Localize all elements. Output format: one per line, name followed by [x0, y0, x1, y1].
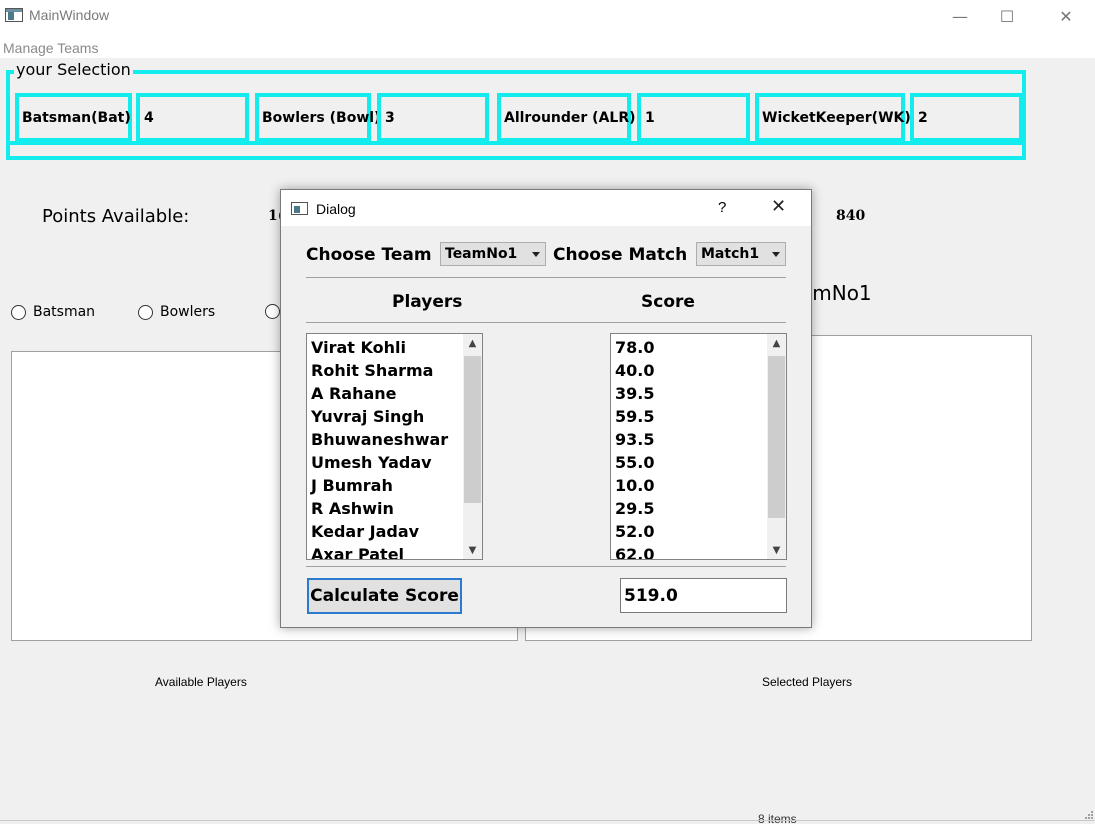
team-select[interactable]: TeamNo1: [440, 242, 546, 266]
players-scrollbar[interactable]: ▲ ▼: [463, 334, 482, 559]
bowlers-count: 3: [377, 93, 489, 142]
score-list-item[interactable]: 10.0: [615, 474, 654, 497]
title-bar: [0, 0, 1095, 32]
score-dialog: Dialog ? ✕ Choose Team TeamNo1 Choose Ma…: [280, 189, 812, 628]
player-list-item[interactable]: Bhuwaneshwar: [311, 428, 448, 451]
player-list-item[interactable]: A Rahane: [311, 382, 448, 405]
points-available-label: Points Available:: [42, 206, 190, 227]
score-list-item[interactable]: 55.0: [615, 451, 654, 474]
allrounder-label: Allrounder (ALR): [497, 93, 636, 142]
batsman-count: 4: [136, 93, 249, 142]
score-list-item[interactable]: 62.0: [615, 543, 654, 559]
wicketkeeper-count: 2: [910, 93, 1023, 142]
player-list-item[interactable]: Yuvraj Singh: [311, 405, 448, 428]
scroll-up-icon[interactable]: ▲: [767, 334, 786, 352]
dialog-app-icon: [291, 202, 308, 215]
bowlers-label: Bowlers (Bowl): [255, 93, 380, 142]
player-list-item[interactable]: Kedar Jadav: [311, 520, 448, 543]
score-list-item[interactable]: 93.5: [615, 428, 654, 451]
radio-bowlers[interactable]: Bowlers: [138, 304, 215, 320]
app-icon: [5, 8, 23, 22]
dialog-close-button[interactable]: ✕: [771, 196, 786, 217]
radio-bowlers-label: Bowlers: [160, 304, 216, 320]
dialog-help-button[interactable]: ?: [718, 199, 726, 216]
selection-title: your Selection: [14, 60, 133, 79]
radio-circle-icon[interactable]: [11, 304, 26, 320]
scores-scrollbar[interactable]: ▲ ▼: [767, 334, 786, 559]
chevron-down-icon: [532, 252, 540, 257]
selected-players-label: Selected Players: [762, 675, 853, 689]
score-list-item[interactable]: 59.5: [615, 405, 654, 428]
divider: [306, 566, 786, 567]
players-header: Players: [392, 292, 463, 312]
wicketkeeper-label: WicketKeeper(WK): [755, 93, 911, 142]
batsman-label: Batsman(Bat): [15, 93, 132, 142]
score-list-item[interactable]: 39.5: [615, 382, 654, 405]
score-list-item[interactable]: 52.0: [615, 520, 654, 543]
minimize-button[interactable]: —: [937, 0, 983, 32]
scores-listbox[interactable]: 78.0 40.0 39.5 59.5 93.5 55.0 10.0 29.5 52.0 62.0…: [610, 333, 787, 560]
menu-bar: [0, 32, 1095, 58]
chevron-down-icon: [772, 252, 780, 257]
match-select[interactable]: Match1: [696, 242, 786, 266]
resize-grip-icon[interactable]: [1082, 808, 1094, 820]
score-list-item[interactable]: 29.5: [615, 497, 654, 520]
player-list-item[interactable]: Virat Kohli: [311, 336, 448, 359]
radio-batsman[interactable]: Batsman: [11, 304, 95, 320]
player-list-item[interactable]: Umesh Yadav: [311, 451, 448, 474]
match-select-value: Match1: [701, 246, 760, 262]
close-button[interactable]: ✕: [1043, 0, 1089, 32]
radio-batsman-label: Batsman: [33, 304, 96, 320]
radio-circle-icon[interactable]: [265, 304, 280, 319]
allrounder-count: 1: [637, 93, 750, 142]
radio-circle-icon[interactable]: [138, 304, 153, 320]
maximize-button[interactable]: ☐: [984, 0, 1030, 32]
player-list-item[interactable]: J Bumrah: [311, 474, 448, 497]
points-used-value: 840: [836, 208, 866, 224]
score-list-item[interactable]: 40.0: [615, 359, 654, 382]
divider: [306, 322, 786, 323]
score-header: Score: [641, 292, 695, 312]
window-title: MainWindow: [29, 7, 110, 23]
items-count: 8 items: [758, 812, 797, 824]
scrollbar-thumb[interactable]: [768, 356, 785, 518]
score-list-item[interactable]: 78.0: [615, 336, 654, 359]
dialog-title-bar: [281, 190, 811, 226]
choose-match-label: Choose Match: [553, 245, 688, 265]
calculate-score-button[interactable]: Calculate Score: [307, 578, 462, 614]
choose-team-label: Choose Team: [306, 245, 432, 265]
scroll-up-icon[interactable]: ▲: [463, 334, 482, 352]
player-list-item[interactable]: R Ashwin: [311, 497, 448, 520]
total-score-field[interactable]: 519.0: [620, 578, 787, 613]
player-list-item[interactable]: Rohit Sharma: [311, 359, 448, 382]
scroll-down-icon[interactable]: ▼: [463, 541, 482, 559]
status-divider: [0, 820, 1095, 821]
players-listbox[interactable]: Virat Kohli Rohit Sharma A Rahane Yuvraj Si…: [306, 333, 483, 560]
scrollbar-thumb[interactable]: [464, 356, 481, 503]
team-select-value: TeamNo1: [445, 246, 518, 262]
menu-manage-teams[interactable]: Manage Teams: [3, 40, 98, 56]
divider: [306, 277, 786, 278]
scroll-down-icon[interactable]: ▼: [767, 541, 786, 559]
dialog-title: Dialog: [316, 201, 356, 217]
available-players-label: Available Players: [155, 675, 247, 689]
player-list-item[interactable]: Axar Patel: [311, 543, 448, 559]
